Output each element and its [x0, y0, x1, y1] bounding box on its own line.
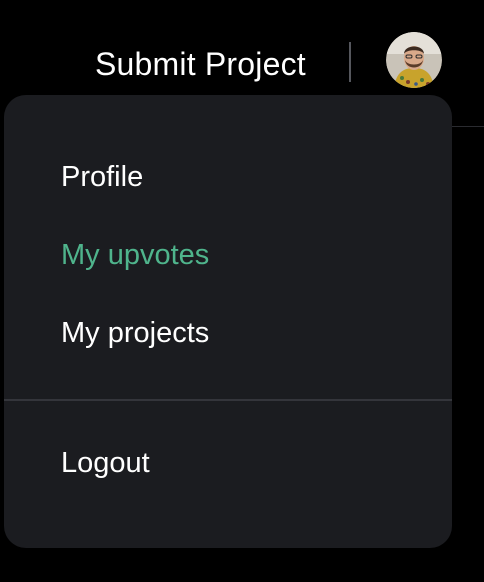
page: Submit Project Profile My upvotes My pro… [0, 0, 484, 582]
menu-item-profile[interactable]: Profile [61, 157, 143, 197]
user-dropdown-menu: Profile My upvotes My projects Logout [4, 95, 452, 548]
submit-project-button[interactable]: Submit Project [95, 44, 306, 84]
header-divider [349, 42, 351, 82]
logout-button[interactable]: Logout [61, 443, 150, 483]
menu-item-my-projects[interactable]: My projects [61, 313, 209, 353]
menu-item-my-upvotes[interactable]: My upvotes [61, 235, 209, 275]
menu-separator [4, 399, 452, 401]
user-avatar-icon[interactable] [386, 32, 442, 88]
background-divider [452, 126, 484, 127]
